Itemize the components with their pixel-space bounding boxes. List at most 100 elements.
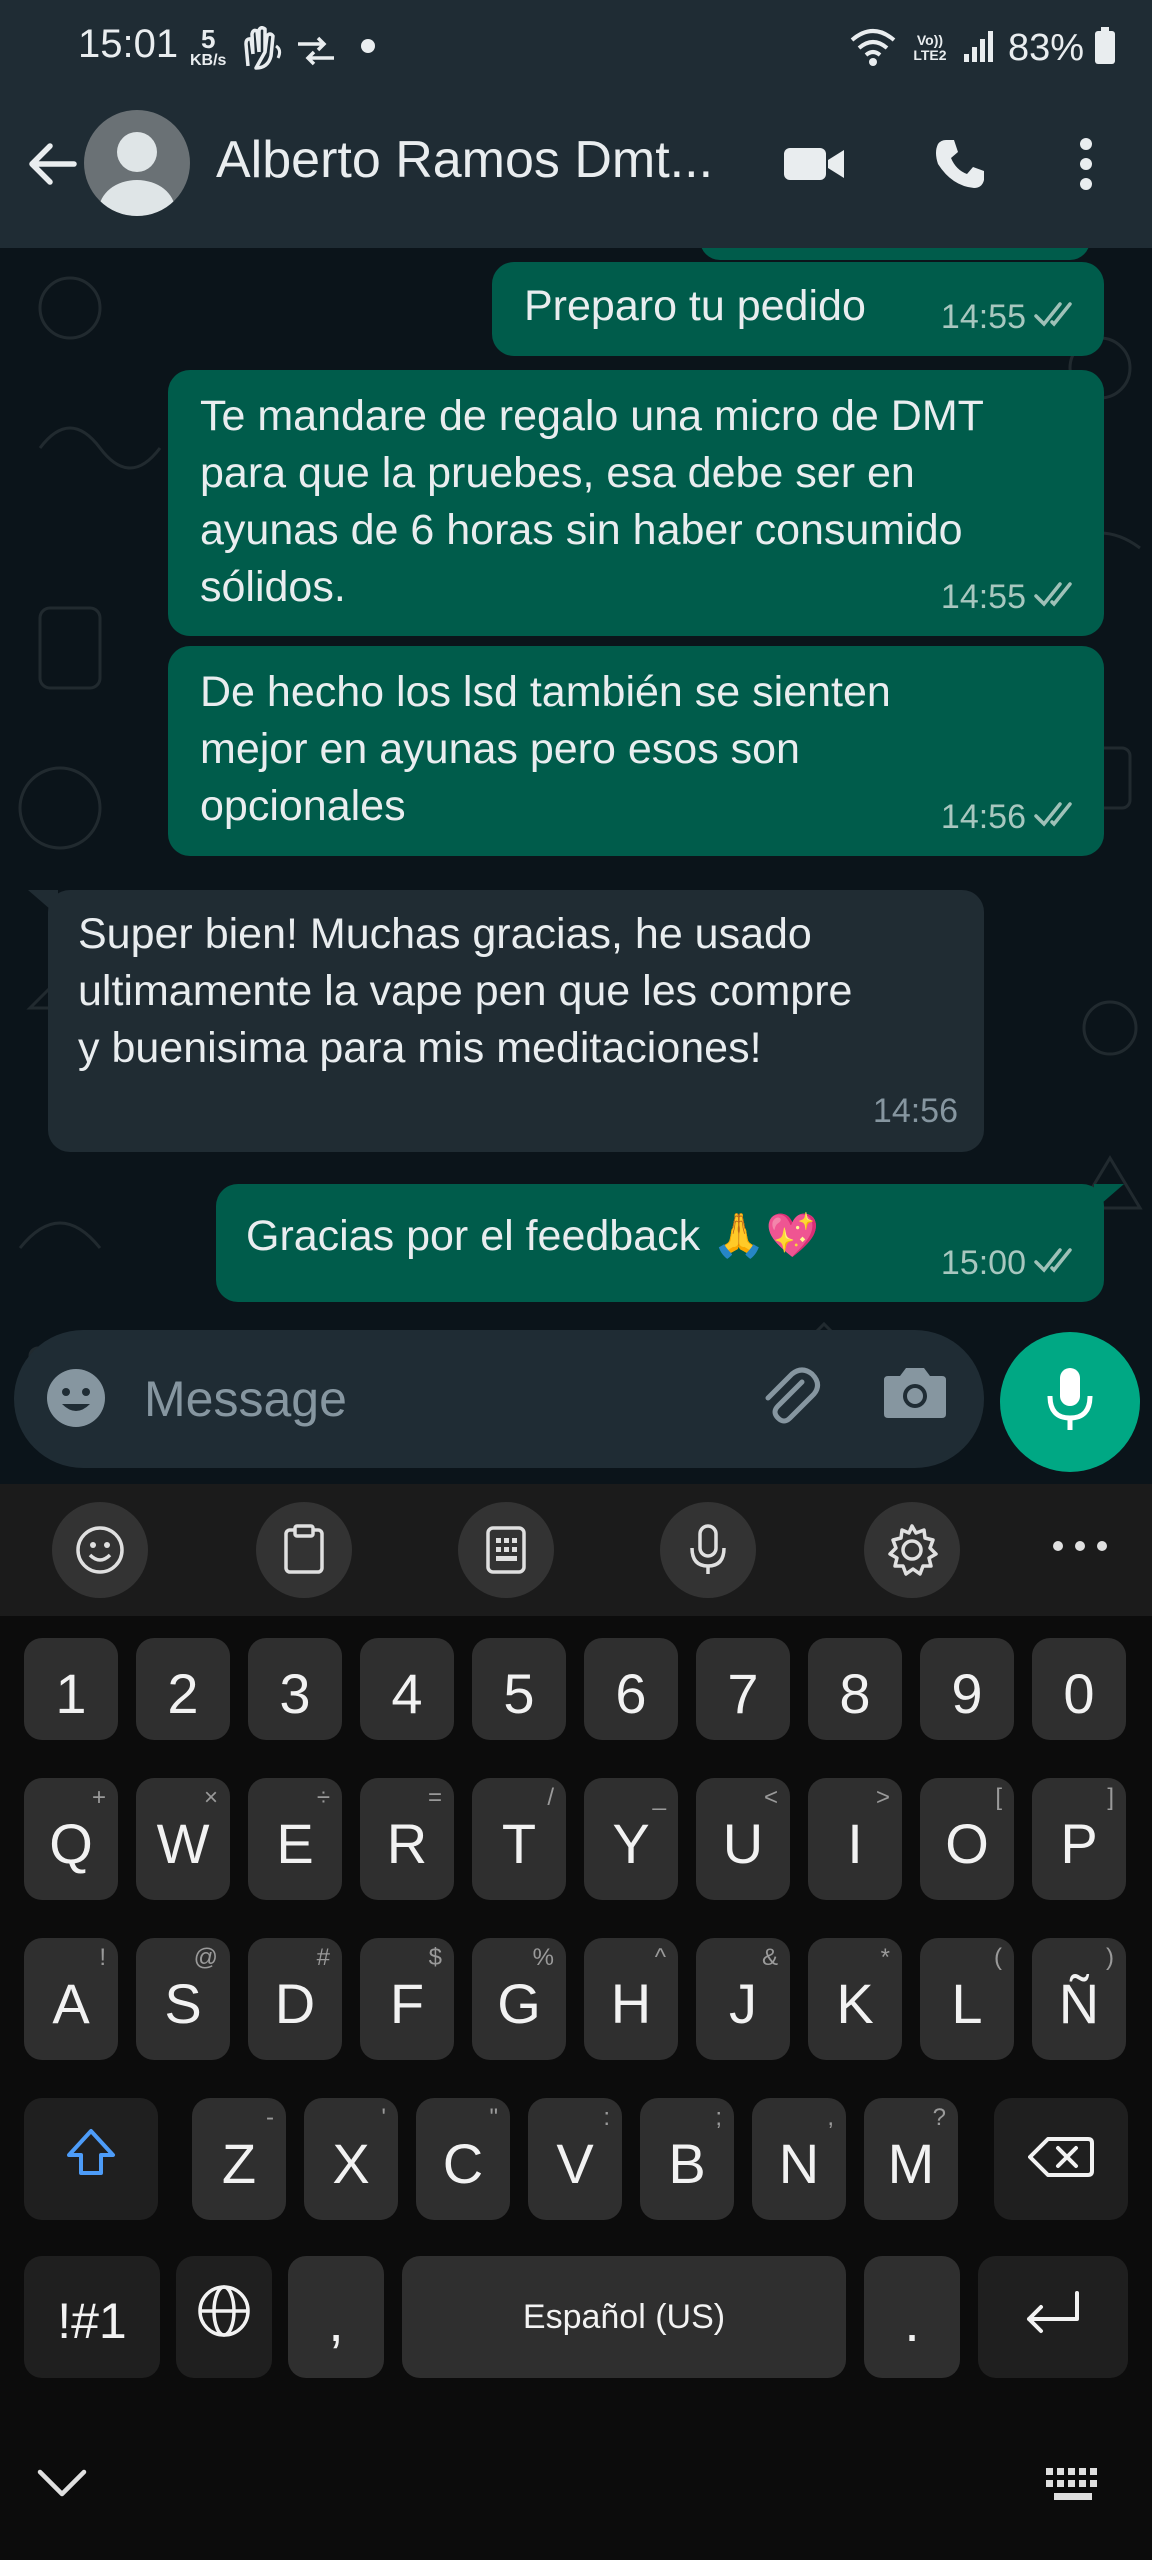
key-4[interactable]: 4	[360, 1638, 454, 1740]
phone-icon[interactable]	[922, 126, 998, 202]
key-label: ,	[328, 2289, 344, 2353]
key-x[interactable]: ' X	[304, 2098, 398, 2220]
key-r[interactable]: = R	[360, 1778, 454, 1900]
key-label: 9	[951, 1661, 983, 1725]
notification-dot-icon	[360, 38, 376, 59]
camera-icon[interactable]	[882, 1362, 948, 1427]
key-m[interactable]: ? M	[864, 2098, 958, 2220]
key-o[interactable]: [O	[920, 1778, 1014, 1900]
avatar[interactable]	[84, 110, 190, 216]
key-l[interactable]: (L	[920, 1938, 1014, 2060]
language-key[interactable]	[176, 2256, 272, 2378]
attach-icon[interactable]	[754, 1360, 826, 1437]
message-bubble-outgoing[interactable]: Gracias por el feedback 🙏💖 15:00	[216, 1184, 1104, 1302]
message-bubble-outgoing[interactable]: De hecho los lsd también se sienten mejo…	[168, 646, 1104, 856]
key-5[interactable]: 5	[472, 1638, 566, 1740]
back-arrow-icon[interactable]	[22, 134, 82, 194]
contact-name[interactable]: Alberto Ramos Dmt...	[216, 130, 736, 190]
message-input[interactable]	[142, 1360, 726, 1438]
keyboard-more-icon[interactable]	[1050, 1536, 1110, 1561]
key-n[interactable]: ,N	[752, 2098, 846, 2220]
network-speed: 5 KB/s	[190, 26, 226, 69]
symbols-key[interactable]: !#1	[24, 2256, 160, 2378]
key-hint: $	[428, 1944, 442, 1971]
period-key[interactable]: .	[864, 2256, 960, 2378]
key-y[interactable]: _ Y	[584, 1778, 678, 1900]
key-c[interactable]: " C	[416, 2098, 510, 2220]
backspace-key[interactable]	[994, 2098, 1128, 2220]
emoji-icon[interactable]	[44, 1366, 108, 1435]
key-h[interactable]: ^ H	[584, 1938, 678, 2060]
key-3[interactable]: 3	[248, 1638, 342, 1740]
key-label: !#1	[57, 2293, 127, 2349]
comma-key[interactable]: ,	[288, 2256, 384, 2378]
key-hint: #	[316, 1944, 330, 1971]
status-right-group: Vo)) LTE2 83%	[848, 20, 1116, 76]
key-hint: :	[603, 2104, 610, 2131]
voice-message-button[interactable]	[1000, 1332, 1140, 1472]
key-t[interactable]: / T	[472, 1778, 566, 1900]
key-hint: ^	[654, 1944, 666, 1971]
key-z[interactable]: -Z	[192, 2098, 286, 2220]
enter-key[interactable]	[978, 2256, 1128, 2378]
key-k[interactable]: * K	[808, 1938, 902, 2060]
key-hint: *	[880, 1944, 890, 1971]
key-label: B	[668, 2131, 706, 2195]
message-meta: 15:00	[941, 1235, 1082, 1292]
message-bubble-outgoing[interactable]: Te mandare de regalo una micro de DMT pa…	[168, 370, 1104, 636]
space-bar[interactable]: Español (US)	[402, 2256, 846, 2378]
key-9[interactable]: 9	[920, 1638, 1014, 1740]
message-bubble-outgoing[interactable]: Preparo tu pedido 14:55	[492, 262, 1104, 356]
network-speed-value: 5	[200, 24, 216, 54]
shift-key[interactable]	[24, 2098, 158, 2220]
key-b[interactable]: ; B	[640, 2098, 734, 2220]
key-p[interactable]: ] P	[1032, 1778, 1126, 1900]
key-label: E	[276, 1811, 314, 1875]
key-f[interactable]: $ F	[360, 1938, 454, 2060]
hide-keyboard-chevron-icon[interactable]	[36, 2468, 88, 2503]
read-ticks-icon	[1034, 789, 1082, 846]
key-label: U	[722, 1811, 764, 1875]
incoming-bubble-tail	[28, 890, 58, 916]
key-d[interactable]: # D	[248, 1938, 342, 2060]
key-i[interactable]: > I	[808, 1778, 902, 1900]
message-line: sólidos.	[200, 563, 346, 611]
message-time: 14:56	[940, 798, 1026, 836]
key-label: N	[778, 2131, 820, 2195]
key-7[interactable]: 7	[696, 1638, 790, 1740]
key-e[interactable]: ÷ E	[248, 1778, 342, 1900]
key-8[interactable]: 8	[808, 1638, 902, 1740]
key-2[interactable]: 2	[136, 1638, 230, 1740]
keypad-icon[interactable]	[458, 1502, 554, 1598]
key-w[interactable]: × W	[136, 1778, 230, 1900]
key-label: C	[442, 2131, 484, 2195]
key-hint: !	[99, 1944, 106, 1971]
key-label: P	[1060, 1811, 1098, 1875]
key-hint: %	[532, 1944, 554, 1971]
key-a[interactable]: ! A	[24, 1938, 118, 2060]
key-hint: &	[761, 1944, 778, 1971]
video-call-icon[interactable]	[776, 126, 852, 202]
message-text: Preparo tu pedido	[524, 282, 866, 330]
key-g[interactable]: % G	[472, 1938, 566, 2060]
key-u[interactable]: < U	[696, 1778, 790, 1900]
message-bubble-incoming[interactable]: Super bien! Muchas gracias, he usado ult…	[48, 890, 984, 1152]
voice-input-icon[interactable]	[660, 1502, 756, 1598]
clipboard-icon[interactable]	[256, 1502, 352, 1598]
keyboard-settings-icon[interactable]	[864, 1502, 960, 1598]
key-n-tilde[interactable]: ) Ñ	[1032, 1938, 1126, 2060]
key-6[interactable]: 6	[584, 1638, 678, 1740]
key-1[interactable]: 1	[24, 1638, 118, 1740]
read-ticks-icon	[1034, 569, 1082, 626]
key-j[interactable]: & J	[696, 1938, 790, 2060]
key-hint: >	[875, 1784, 890, 1811]
keyboard-switch-icon[interactable]	[1044, 2466, 1104, 2509]
key-q[interactable]: + Q	[24, 1778, 118, 1900]
keyboard-emoji-icon[interactable]	[52, 1502, 148, 1598]
key-0[interactable]: 0	[1032, 1638, 1126, 1740]
key-v[interactable]: :V	[528, 2098, 622, 2220]
message-line: Te mandare de regalo una micro de DMT	[200, 392, 984, 440]
key-label: G	[497, 1971, 541, 2035]
key-s[interactable]: @ S	[136, 1938, 230, 2060]
more-options-icon[interactable]	[1048, 126, 1124, 202]
